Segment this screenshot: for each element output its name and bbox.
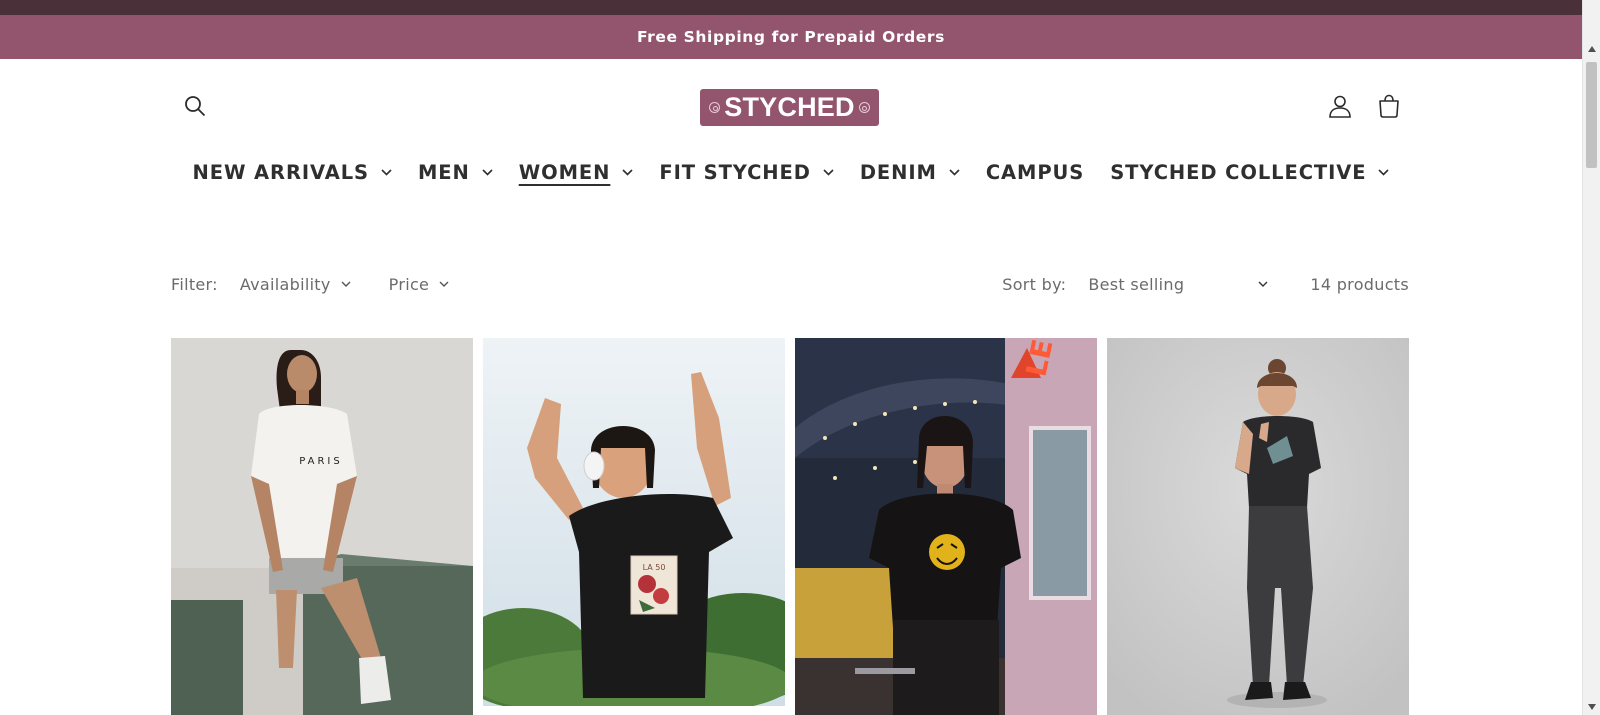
nav-label: DENIM: [859, 160, 937, 184]
nav-label: WOMEN: [518, 160, 611, 184]
logo-text: STYCHED: [724, 92, 855, 122]
nav-label: NEW ARRIVALS: [192, 160, 369, 184]
nav-item-new-arrivals[interactable]: NEW ARRIVALS: [193, 161, 392, 184]
nav-item-women[interactable]: WOMEN: [519, 161, 634, 184]
logo-button-icon: [858, 102, 870, 113]
chevron-down-icon: [949, 168, 960, 176]
nav-label: FIT STYCHED: [659, 160, 811, 184]
nav-item-denim[interactable]: DENIM: [860, 161, 960, 184]
scroll-up-arrow[interactable]: [1583, 40, 1600, 57]
site-logo[interactable]: STYCHED: [700, 89, 879, 126]
product-count: 14 products: [1310, 274, 1409, 294]
logo-button-icon: [709, 102, 721, 113]
product-card[interactable]: LETOS: [795, 338, 1097, 715]
chevron-down-icon: [439, 281, 449, 287]
announcement-text: Free Shipping for Prepaid Orders: [636, 28, 945, 46]
user-icon: [1329, 95, 1351, 118]
sort-value: Best selling: [1088, 274, 1185, 294]
account-button[interactable]: [1320, 86, 1360, 126]
nav-label: STYCHED COLLECTIVE: [1110, 160, 1367, 184]
announcement-bar: Free Shipping for Prepaid Orders: [0, 15, 1582, 59]
availability-filter[interactable]: Availability: [240, 275, 351, 294]
chevron-down-icon: [622, 168, 633, 176]
search-button[interactable]: [175, 86, 215, 126]
chevron-down-icon: [341, 281, 351, 287]
chevron-down-icon: [1378, 168, 1390, 176]
product-image: [1107, 338, 1409, 715]
nav-item-styched-collective[interactable]: STYCHED COLLECTIVE: [1110, 160, 1390, 184]
scroll-down-arrow[interactable]: [1583, 698, 1600, 715]
filter-label: Filter:: [171, 274, 218, 294]
price-filter[interactable]: Price: [389, 275, 450, 294]
product-image: LETOS: [795, 338, 1097, 715]
product-grid: PARIS LA 50: [171, 338, 1409, 715]
product-image: PARIS: [171, 338, 473, 715]
search-icon: [185, 96, 206, 117]
nav-item-men[interactable]: MEN: [418, 161, 493, 184]
print-text: LA 50: [643, 563, 666, 572]
availability-label: Availability: [239, 274, 331, 294]
scroll-thumb[interactable]: [1586, 62, 1597, 168]
chevron-down-icon: [1258, 281, 1268, 287]
nav-label: MEN: [417, 160, 470, 184]
nav-item-fit-styched[interactable]: FIT STYCHED: [659, 160, 834, 184]
main-nav: NEW ARRIVALS MEN WOMEN FIT STYCHED DENIM…: [0, 155, 1582, 189]
product-card[interactable]: PARIS: [171, 338, 473, 715]
print-text: PARIS: [299, 456, 342, 467]
sort-select[interactable]: Best selling: [1088, 275, 1268, 294]
chevron-down-icon: [823, 168, 834, 176]
site-header: STYCHED: [0, 59, 1582, 155]
cart-button[interactable]: [1369, 86, 1409, 126]
page-scrollbar[interactable]: [1582, 0, 1600, 715]
chevron-down-icon: [381, 168, 392, 176]
triangle-down-icon: [1587, 703, 1596, 710]
nav-item-campus[interactable]: CAMPUS: [986, 161, 1084, 184]
chevron-down-icon: [482, 168, 493, 176]
top-strip: [0, 0, 1582, 15]
cart-icon: [1379, 94, 1399, 118]
sort-label: Sort by:: [1002, 274, 1067, 294]
product-image: LA 50: [483, 338, 785, 715]
filter-bar: Filter: Availability Price Sort by: Best…: [171, 268, 1409, 300]
product-card[interactable]: LA 50: [483, 338, 785, 715]
product-card[interactable]: [1107, 338, 1409, 715]
triangle-up-icon: [1587, 45, 1596, 52]
price-label: Price: [388, 274, 430, 294]
nav-label: CAMPUS: [985, 160, 1085, 184]
